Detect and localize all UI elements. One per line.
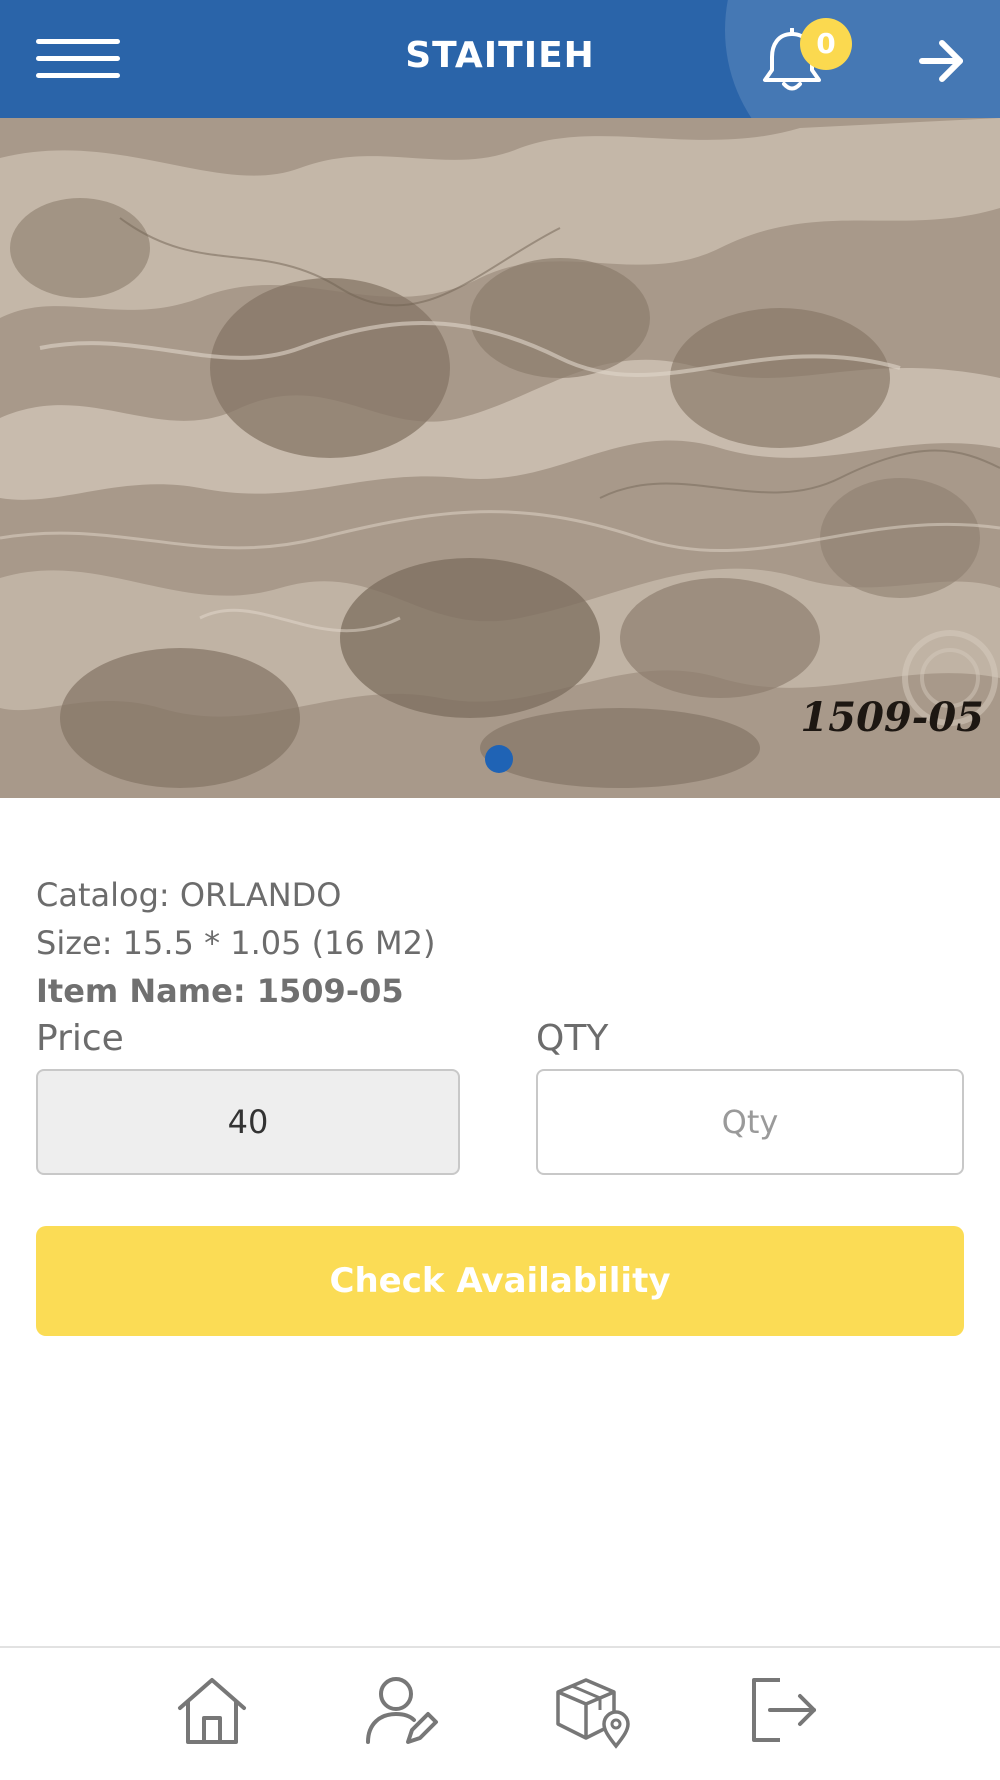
app-title: STAITIEH	[405, 35, 595, 76]
catalog-text: Catalog: ORLANDO	[36, 876, 342, 914]
hamburger-menu-icon[interactable]	[36, 36, 122, 84]
user-edit-icon[interactable]	[362, 1670, 442, 1750]
home-icon[interactable]	[172, 1670, 252, 1750]
carousel-dot-active[interactable]	[485, 745, 513, 773]
logout-icon[interactable]	[744, 1670, 824, 1750]
check-availability-button[interactable]: Check Availability	[36, 1226, 964, 1336]
price-label: Price	[36, 1018, 124, 1059]
item-name-text: Item Name: 1509-05	[36, 972, 404, 1010]
bottom-navigation	[0, 1646, 1000, 1780]
notification-count-badge: 0	[800, 18, 852, 70]
price-field: 40	[36, 1069, 460, 1175]
image-item-code: 1509-05	[800, 694, 984, 741]
qty-label: QTY	[536, 1018, 609, 1059]
qty-input[interactable]	[536, 1069, 964, 1175]
arrow-right-icon[interactable]	[918, 38, 966, 84]
app-header: STAITIEH 0	[0, 0, 1000, 118]
package-location-icon[interactable]	[552, 1670, 632, 1750]
product-image[interactable]: 1509-05	[0, 118, 1000, 798]
size-text: Size: 15.5 * 1.05 (16 M2)	[36, 924, 436, 962]
